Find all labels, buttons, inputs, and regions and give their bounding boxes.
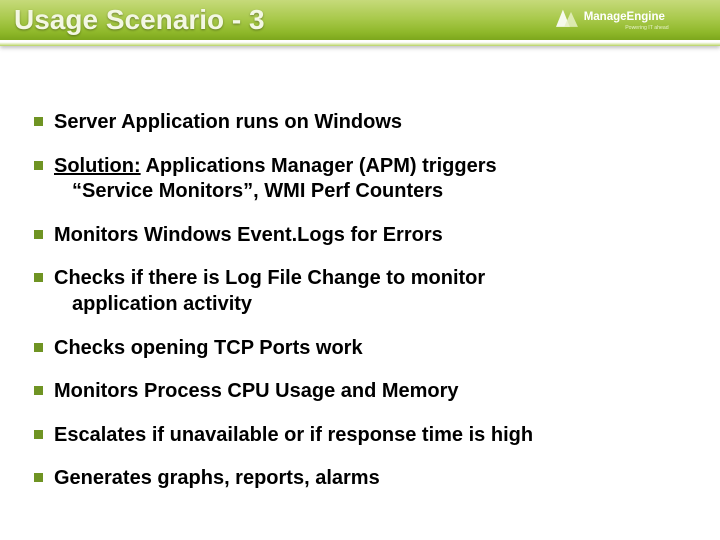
bullet-text: Checks if there is Log File Change to mo…	[54, 267, 485, 289]
bullet-text-line2: “Service Monitors”, WMI Perf Counters	[54, 179, 690, 205]
logo-text: ManageEngine	[584, 11, 666, 23]
bullet-text: Monitors Process CPU Usage and Memory	[54, 380, 459, 402]
list-item: Solution: Applications Manager (APM) tri…	[34, 154, 690, 205]
bullet-text-line2: application activity	[54, 292, 690, 318]
bullet-text: Applications Manager (APM) triggers	[141, 155, 497, 177]
bullet-text: Escalates if unavailable or if response …	[54, 424, 533, 446]
logo-tagline: Powering IT ahead	[625, 25, 669, 31]
header-underline	[0, 40, 720, 46]
slide-header: Usage Scenario - 3 ManageEngine Powering…	[0, 0, 720, 46]
manageengine-logo: ManageEngine Powering IT ahead	[556, 6, 706, 34]
list-item: Monitors Process CPU Usage and Memory	[34, 379, 690, 405]
list-item: Checks if there is Log File Change to mo…	[34, 266, 690, 317]
bullet-list: Server Application runs on Windows Solut…	[34, 110, 690, 492]
bullet-text: Monitors Windows Event.Logs for Errors	[54, 224, 443, 246]
bullet-text: Checks opening TCP Ports work	[54, 337, 363, 359]
list-item: Monitors Windows Event.Logs for Errors	[34, 223, 690, 249]
list-item: Checks opening TCP Ports work	[34, 336, 690, 362]
slide-content: Server Application runs on Windows Solut…	[34, 110, 690, 510]
logo-icon: ManageEngine Powering IT ahead	[556, 6, 706, 34]
list-item: Escalates if unavailable or if response …	[34, 423, 690, 449]
list-item: Generates graphs, reports, alarms	[34, 466, 690, 492]
list-item: Server Application runs on Windows	[34, 110, 690, 136]
bullet-text: Server Application runs on Windows	[54, 111, 402, 133]
solution-label: Solution:	[54, 155, 141, 177]
bullet-text: Generates graphs, reports, alarms	[54, 467, 380, 489]
slide: Usage Scenario - 3 ManageEngine Powering…	[0, 0, 720, 540]
slide-title: Usage Scenario - 3	[14, 4, 265, 36]
